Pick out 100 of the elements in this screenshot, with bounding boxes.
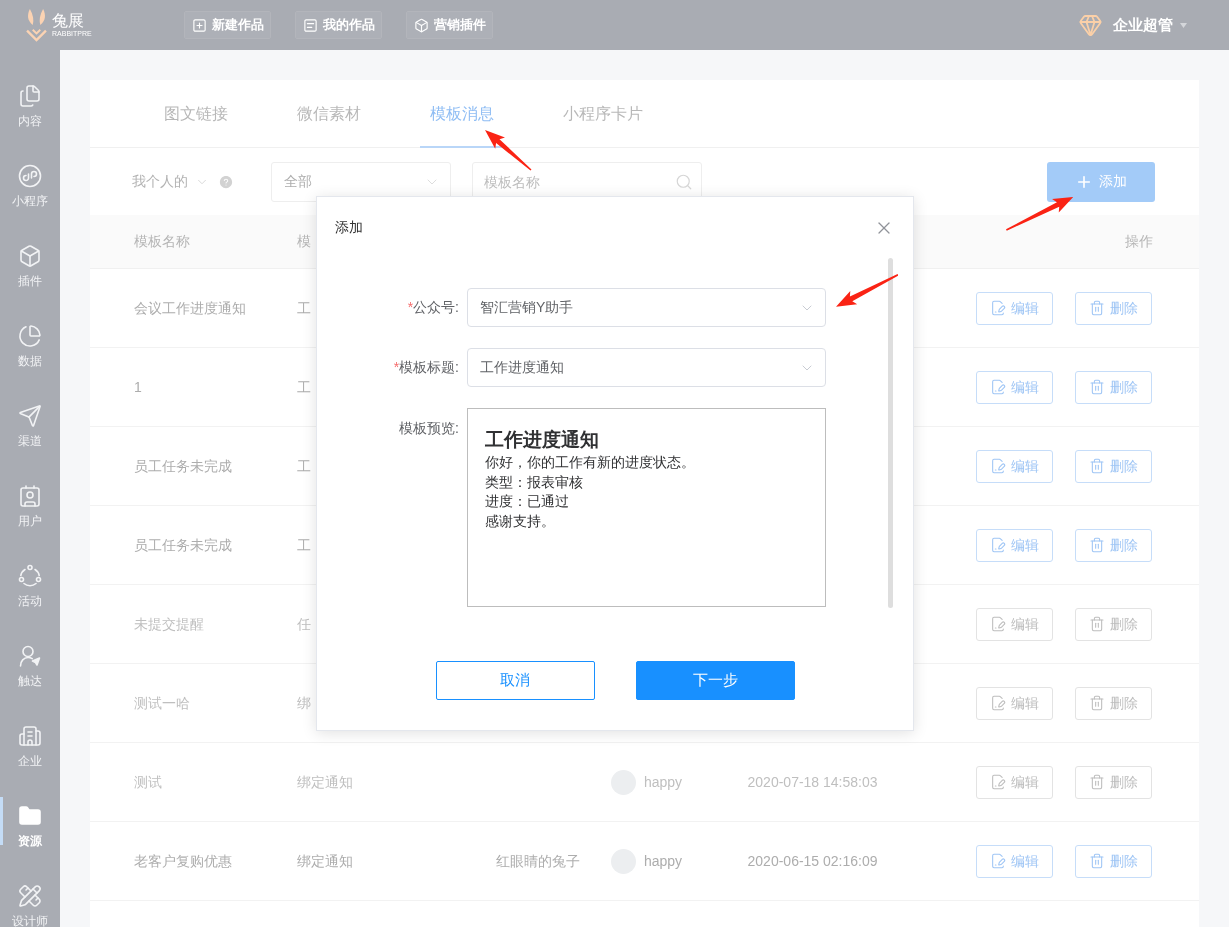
delete-button[interactable]: 删除 [1075, 449, 1152, 483]
table-cell: 1 [134, 378, 142, 395]
user-menu[interactable]: 企业超管 [1113, 13, 1187, 37]
cancel-button[interactable]: 取消 [435, 661, 595, 700]
trash-icon [1089, 774, 1105, 790]
plus-square-icon [191, 17, 207, 33]
table-cell: 2020-07-18 14:58:03 [747, 773, 878, 790]
edit-button[interactable]: 编辑 [976, 291, 1053, 325]
document-pen-icon [990, 300, 1006, 316]
table-cell: 员工任务未完成 [134, 457, 232, 474]
table-cell: 测试 [134, 773, 162, 790]
edit-button[interactable]: 编辑 [976, 844, 1053, 878]
cube-icon [18, 244, 42, 268]
document-pen-icon [990, 774, 1006, 790]
table-cell: 会议工作进度通知 [134, 299, 246, 316]
cube-icon [413, 17, 429, 33]
sidebar-item[interactable]: 设计师 [0, 850, 60, 927]
delete-button[interactable]: 删除 [1075, 291, 1152, 325]
delete-button[interactable]: 删除 [1075, 370, 1152, 404]
trash-icon [1089, 537, 1105, 553]
ruler-pencil-icon [18, 884, 42, 908]
trash-icon [1089, 616, 1105, 632]
table-cell: 工 [296, 536, 311, 553]
table-cell: 2020-06-15 02:16:09 [747, 852, 878, 869]
select-field[interactable]: 智汇营销Y助手 [467, 288, 826, 327]
sidebar-item[interactable]: 渠道 [0, 370, 60, 450]
folder-icon [18, 804, 42, 828]
edit-button[interactable]: 编辑 [976, 370, 1053, 404]
help-icon [219, 174, 233, 189]
trash-icon [1089, 458, 1105, 474]
table-cell: 员工任务未完成 [134, 536, 232, 553]
selection-bar [0, 797, 3, 845]
column-header: 模 [297, 233, 311, 249]
table-cell: 老客户复购优惠 [134, 852, 232, 869]
delete-button[interactable]: 删除 [1075, 528, 1152, 562]
link-circle-icon [18, 164, 42, 188]
edit-button[interactable]: 编辑 [976, 449, 1053, 483]
search-icon [675, 172, 693, 191]
trash-icon [1089, 379, 1105, 395]
sidebar-item[interactable]: 活动 [0, 530, 60, 610]
table-cell: 绑定通知 [296, 852, 353, 869]
sidebar-item[interactable]: 用户 [0, 450, 60, 530]
list-square-icon [302, 17, 318, 33]
dialog-title: 添加 [335, 218, 363, 237]
document-pen-icon [990, 379, 1006, 395]
delete-button[interactable]: 删除 [1075, 844, 1152, 878]
annotation-arrow [836, 274, 899, 307]
table-cell: 未提交提醒 [134, 615, 204, 632]
sidebar-item[interactable]: 小程序 [0, 130, 60, 210]
preview-line: 感谢支持。 [485, 512, 556, 532]
add-button[interactable]: 添加 [1047, 161, 1155, 202]
person-arrow-icon [18, 644, 42, 668]
table-cell: 工 [296, 299, 311, 316]
tab[interactable]: 微信素材 [287, 80, 371, 148]
edit-button[interactable]: 编辑 [976, 528, 1053, 562]
document-pen-icon [990, 616, 1006, 632]
top-bar-button[interactable]: 营销插件 [406, 11, 493, 39]
document-pen-icon [990, 458, 1006, 474]
preview-line: 进度：已通过 [485, 492, 570, 512]
next-button[interactable]: 下一步 [635, 661, 795, 700]
tab[interactable]: 图文链接 [154, 80, 238, 148]
top-bar-button[interactable]: 我的作品 [295, 11, 382, 39]
trash-icon [1089, 853, 1105, 869]
table-cell: 绑定通知 [296, 773, 353, 790]
table-cell: 工 [296, 457, 311, 474]
document-pen-icon [990, 853, 1006, 869]
top-bar-button[interactable]: 新建作品 [184, 11, 271, 39]
table-cell-text: happy [643, 772, 683, 792]
table-cell-text: happy [643, 851, 683, 871]
preview-line: 你好，你的工作有新的进度状态。 [485, 453, 696, 472]
document-pen-icon [990, 695, 1006, 711]
document-pen-icon [990, 537, 1006, 553]
field-label: *模板标题: [393, 358, 459, 377]
table-cell: 任 [296, 615, 311, 632]
annotation-arrow [485, 130, 532, 171]
field-label: 模板预览: [399, 419, 459, 438]
sidebar-item[interactable]: 触达 [0, 610, 60, 690]
annotation-arrow [1005, 197, 1073, 231]
trash-icon [1089, 300, 1105, 316]
select-field[interactable]: 工作进度通知 [467, 348, 826, 387]
table-cell: 工 [296, 378, 311, 395]
tab[interactable]: 小程序卡片 [553, 80, 653, 148]
preview-title: 工作进度通知 [485, 428, 600, 452]
scope-dropdown[interactable]: 我个人的 [132, 171, 209, 192]
column-header: 模板名称 [134, 233, 190, 249]
sidebar-item[interactable]: 数据 [0, 290, 60, 370]
sidebar-item[interactable]: 资源 [0, 770, 60, 850]
sidebar-item[interactable]: 企业 [0, 690, 60, 770]
logo-text: 兔展 [52, 12, 84, 30]
sidebar-item[interactable]: 内容 [0, 50, 60, 130]
documents-icon [18, 84, 42, 108]
table-cell: 测试一哈 [134, 694, 190, 711]
paper-plane-icon [18, 404, 42, 428]
table-cell: 绑 [296, 694, 311, 711]
dots-circle-icon [18, 564, 42, 588]
trash-icon [1089, 695, 1105, 711]
preview-line: 类型：报表审核 [485, 472, 584, 492]
building-icon [18, 724, 42, 748]
field-label: *公众号: [407, 298, 459, 317]
sidebar-item[interactable]: 插件 [0, 210, 60, 290]
